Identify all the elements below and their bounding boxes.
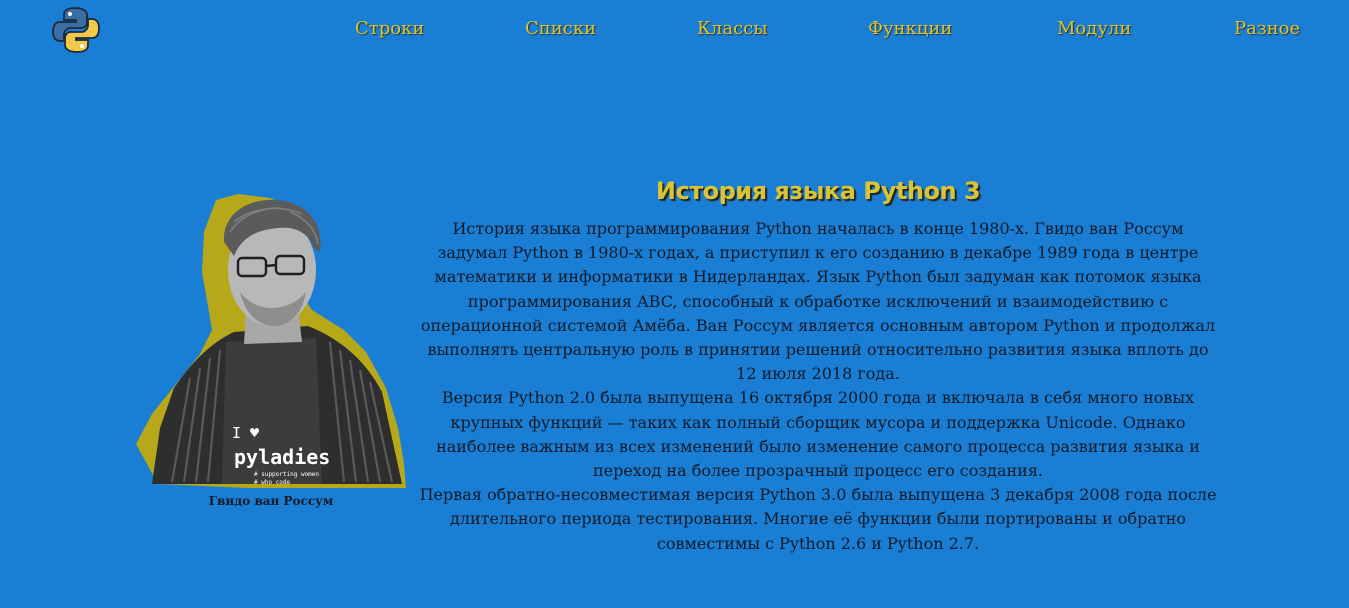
- header: Строки Списки Классы Функции Модули Разн…: [0, 0, 1349, 62]
- portrait-caption: Гвидо ван Россум: [208, 494, 334, 508]
- portrait-image: I ♥ pyladies # supporting women # who co…: [130, 192, 410, 492]
- svg-text:pyladies: pyladies: [234, 445, 330, 469]
- main-nav: Строки Списки Классы Функции Модули Разн…: [0, 18, 1349, 46]
- nav-link-classes[interactable]: Классы: [697, 18, 768, 39]
- nav-link-strings[interactable]: Строки: [355, 18, 424, 39]
- nav-link-modules[interactable]: Модули: [1057, 18, 1131, 39]
- article-paragraph: Первая обратно-несовместимая версия Pyth…: [419, 485, 1217, 553]
- svg-text:I ♥: I ♥: [232, 424, 259, 442]
- svg-text:# supporting women: # supporting women: [254, 471, 319, 478]
- article-paragraph: Версия Python 2.0 была выпущена 16 октяб…: [436, 388, 1200, 481]
- article-paragraph: История языка программирования Python на…: [420, 219, 1216, 384]
- nav-link-functions[interactable]: Функции: [868, 18, 952, 39]
- nav-link-lists[interactable]: Списки: [525, 18, 596, 39]
- portrait-illustration: I ♥ pyladies # supporting women # who co…: [136, 194, 406, 488]
- article-body: История языка программирования Python на…: [418, 217, 1218, 556]
- svg-text:# who code: # who code: [254, 479, 291, 486]
- article-title: История языка Python 3: [655, 177, 981, 205]
- nav-link-misc[interactable]: Разное: [1234, 18, 1300, 39]
- article: История языка Python 3 История языка про…: [418, 170, 1218, 556]
